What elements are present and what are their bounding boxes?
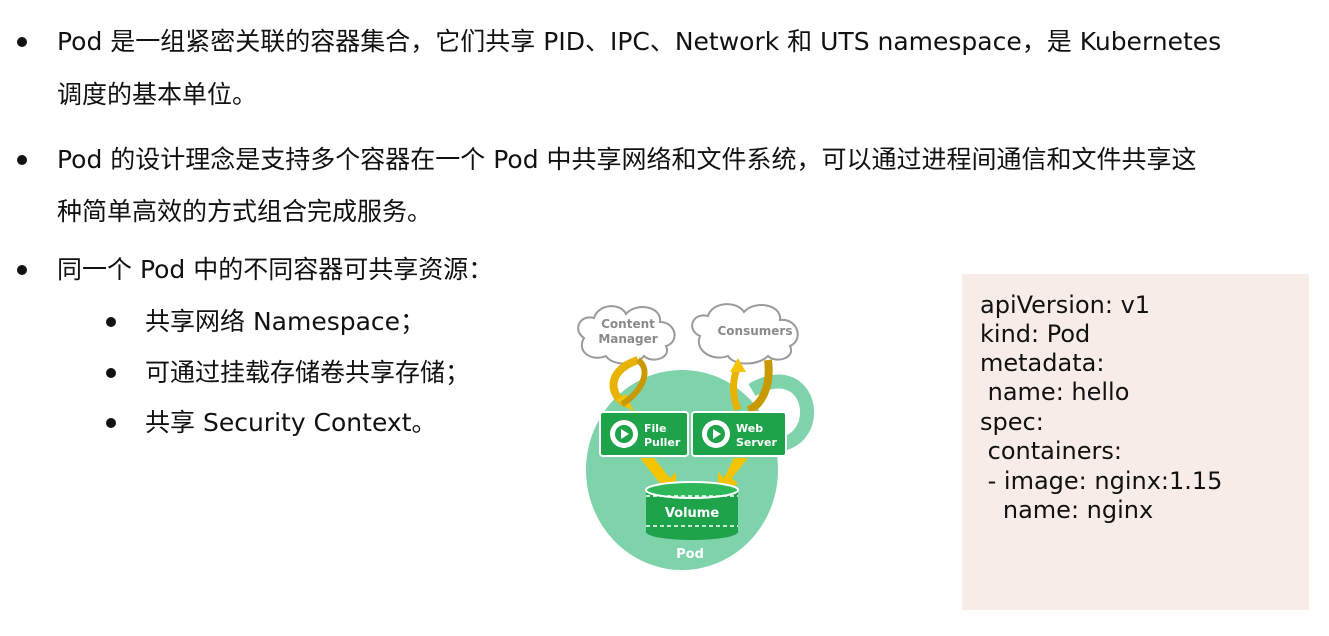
pod-diagram: Content Manager Consumers File Puller We… [577,303,815,570]
container-label: Puller [644,436,681,449]
code-line: metadata: [980,349,1105,377]
sub-bullet-dot [106,317,116,327]
volume-cylinder: Volume [645,481,739,540]
container-label: Web [736,422,763,435]
bullet-text: 调度的基本单位。 [57,80,258,109]
container-label: File [644,422,667,435]
code-line: - image: nginx:1.15 [980,467,1223,495]
bullet-text: 种简单高效的方式组合完成服务。 [57,197,433,226]
sub-bullet-text: 共享网络 Namespace； [145,307,426,336]
container-web-server: Web Server [691,411,787,457]
container-label: Server [736,436,777,449]
bullet-dot [17,155,27,165]
yaml-code-box: apiVersion: v1 kind: Pod metadata: name:… [962,274,1309,610]
volume-label: Volume [665,506,720,521]
sub-bullet-dot [106,368,116,378]
code-line: name: hello [980,378,1130,406]
sub-bullet-dot [106,418,116,428]
code-line: kind: Pod [980,320,1091,348]
arrow-band [730,364,742,412]
cloud-content-manager: Content Manager [577,305,676,365]
bullet-text: 同一个 Pod 中的不同容器可共享资源： [57,255,494,284]
cloud-label: Consumers [718,324,793,338]
bullet-text: Pod 是一组紧密关联的容器集合，它们共享 PID、IPC、Network 和 … [57,27,1222,56]
pod-body [586,370,778,570]
code-line: name: nginx [980,496,1154,524]
code-line: containers: [980,437,1122,465]
cloud-consumers: Consumers [691,303,799,365]
cloud-label: Manager [598,332,657,346]
sub-bullet-text: 共享 Security Context。 [145,408,437,437]
cloud-label: Content [601,317,655,331]
bullet-dot [17,37,27,47]
bullet-dot [17,265,27,275]
code-line: apiVersion: v1 [980,291,1151,319]
sub-bullet-text: 可通过挂载存储卷共享存储； [145,358,471,387]
bullet-text: Pod 的设计理念是支持多个容器在一个 Pod 中共享网络和文件系统，可以通过进… [57,145,1197,174]
code-line: spec: [980,408,1044,436]
container-file-puller: File Puller [599,411,689,457]
pod-label: Pod [676,547,704,562]
